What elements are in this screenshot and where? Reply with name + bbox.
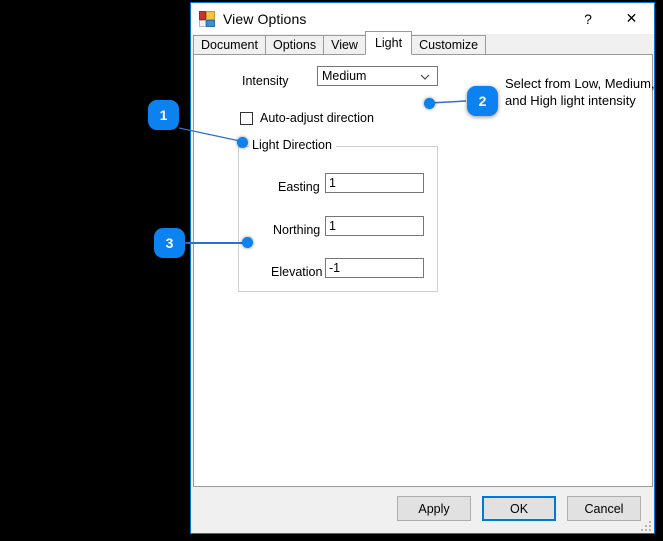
light-direction-group: Light Direction Easting 1 Northing 1 Ele… [238,146,438,292]
light-tab-panel: Intensity Medium Auto-adjust direction L… [193,54,653,487]
light-direction-legend: Light Direction [249,138,336,152]
app-squares-icon [199,11,215,27]
intensity-dropdown[interactable]: Medium [317,66,438,86]
ok-button[interactable]: OK [482,496,556,521]
northing-label: Northing [273,223,320,237]
title-bar-buttons: ? ✕ [567,3,654,34]
cancel-button[interactable]: Cancel [567,496,641,521]
easting-input[interactable]: 1 [325,173,424,193]
close-icon[interactable]: ✕ [609,3,654,34]
footer-button-group: Apply OK Cancel [397,496,641,521]
elevation-input[interactable]: -1 [325,258,424,278]
tab-options[interactable]: Options [265,35,324,55]
tab-view[interactable]: View [323,35,366,55]
auto-adjust-direction-checkbox[interactable]: Auto-adjust direction [240,111,374,125]
annotation-badge-3: 3 [154,228,185,258]
auto-adjust-direction-label: Auto-adjust direction [260,111,374,125]
intensity-selected-value: Medium [318,69,366,83]
help-icon[interactable]: ? [567,3,609,34]
tab-customize[interactable]: Customize [411,35,486,55]
northing-input[interactable]: 1 [325,216,424,236]
checkbox-box-icon [240,112,253,125]
tab-document[interactable]: Document [193,35,266,55]
window-title: View Options [223,11,306,27]
view-options-dialog: View Options ? ✕ Document Options View L… [190,2,655,534]
annotation-badge-1: 1 [148,100,179,130]
tab-light[interactable]: Light [365,31,412,55]
resize-grip[interactable] [639,519,651,531]
apply-button[interactable]: Apply [397,496,471,521]
title-bar: View Options ? ✕ [191,3,654,34]
elevation-label: Elevation [271,265,322,279]
tab-strip: Document Options View Light Customize [191,34,654,55]
chevron-down-icon [420,72,430,82]
intensity-label: Intensity [242,74,289,88]
dialog-footer: Apply OK Cancel [191,487,654,533]
easting-label: Easting [278,180,320,194]
